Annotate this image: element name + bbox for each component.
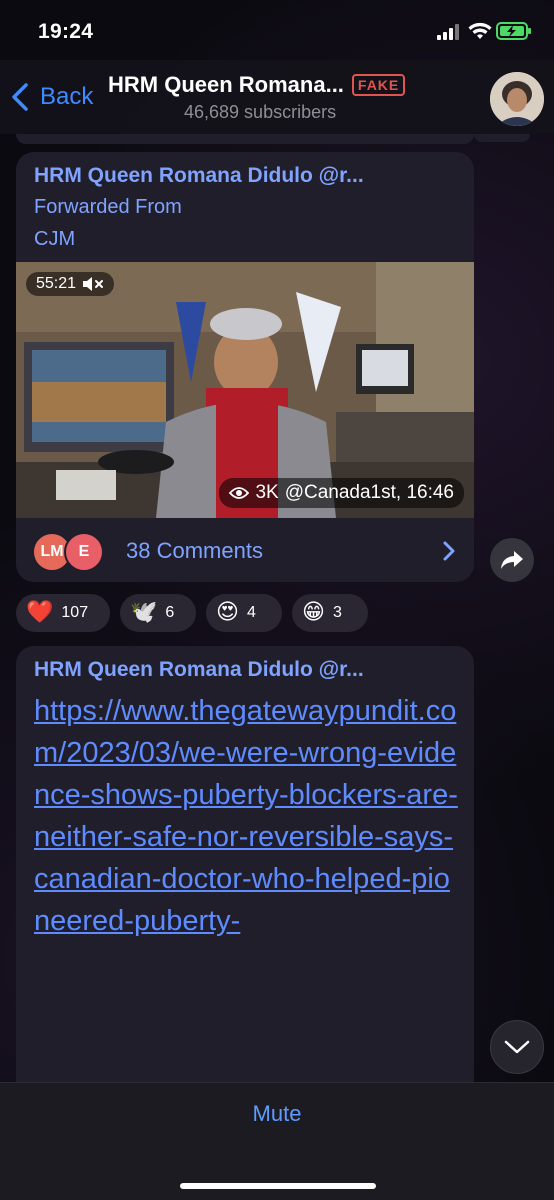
reaction-heart-eyes[interactable]: 😍 4 (206, 594, 282, 632)
reaction-dove[interactable]: 🕊️ 6 (120, 594, 196, 632)
reaction-heart[interactable]: ❤️ 107 (16, 594, 110, 632)
chevron-left-icon (12, 83, 28, 111)
dove-icon: 🕊️ (130, 600, 158, 625)
heart-icon: ❤️ (26, 600, 54, 625)
share-button[interactable] (490, 538, 534, 582)
bottom-bar: Mute (0, 1082, 554, 1200)
battery-charging-icon (496, 22, 531, 40)
message-link[interactable]: https://www.thegatewaypundit.com/2023/03… (34, 690, 458, 942)
previous-message-bubble (16, 134, 474, 144)
chat-title: HRM Queen Romana... (108, 72, 344, 97)
chevron-right-icon (443, 541, 455, 561)
duration-text: 55:21 (36, 275, 77, 292)
video-preview[interactable]: 55:21 3K @Canada1st, 16:46 (16, 262, 474, 518)
back-button[interactable]: Back (8, 80, 93, 114)
status-bar: 19:24 (0, 0, 554, 60)
heart-eyes-icon: 😍 (216, 600, 239, 625)
video-meta: 3K @Canada1st, 16:46 (219, 478, 464, 508)
forwarded-from-label: Forwarded From (34, 196, 182, 218)
view-count: 3K (255, 482, 279, 503)
chevron-down-icon (504, 1040, 530, 1054)
profile-photo-icon (490, 72, 544, 126)
reaction-count: 6 (165, 604, 175, 621)
post-signature: @Canada1st, 16:46 (284, 482, 454, 503)
back-label: Back (40, 83, 94, 110)
video-duration: 55:21 (26, 272, 115, 296)
eye-icon (229, 487, 250, 499)
wifi-icon (468, 22, 492, 39)
reaction-grin[interactable]: 😁 3 (292, 594, 368, 632)
message-sender[interactable]: HRM Queen Romana Didulo @r... (34, 658, 364, 682)
scroll-to-bottom-button[interactable] (490, 1020, 544, 1074)
mute-button[interactable]: Mute (0, 1101, 554, 1127)
status-time: 19:24 (38, 20, 94, 43)
muted-speaker-icon[interactable] (82, 276, 104, 292)
comments-label: 38 Comments (126, 538, 263, 563)
chat-header: Back HRM Queen Romana... FAKE 46,689 sub… (0, 60, 554, 134)
comments-row[interactable]: LM E 38 Comments (16, 518, 474, 582)
message-bubble[interactable]: HRM Queen Romana Didulo @r... Forwarded … (16, 152, 474, 582)
cellular-signal-icon (437, 24, 459, 40)
reaction-count: 3 (332, 604, 342, 621)
reaction-count: 4 (246, 604, 256, 621)
commenter-avatar: E (64, 532, 104, 572)
channel-avatar[interactable] (490, 72, 544, 126)
subscriber-count: 46,689 subscribers (184, 102, 337, 122)
previous-share-button (474, 134, 530, 142)
chat-title-area[interactable]: HRM Queen Romana... FAKE (108, 72, 468, 98)
message-bubble[interactable]: HRM Queen Romana Didulo @r... https://ww… (16, 646, 474, 1106)
grin-icon: 😁 (302, 600, 325, 625)
home-indicator (180, 1183, 376, 1189)
reaction-count: 107 (61, 604, 89, 621)
forwarded-from-name[interactable]: CJM (34, 228, 75, 251)
fake-badge: FAKE (351, 74, 406, 96)
message-sender[interactable]: HRM Queen Romana Didulo @r... (34, 164, 364, 188)
share-arrow-icon (501, 551, 523, 569)
